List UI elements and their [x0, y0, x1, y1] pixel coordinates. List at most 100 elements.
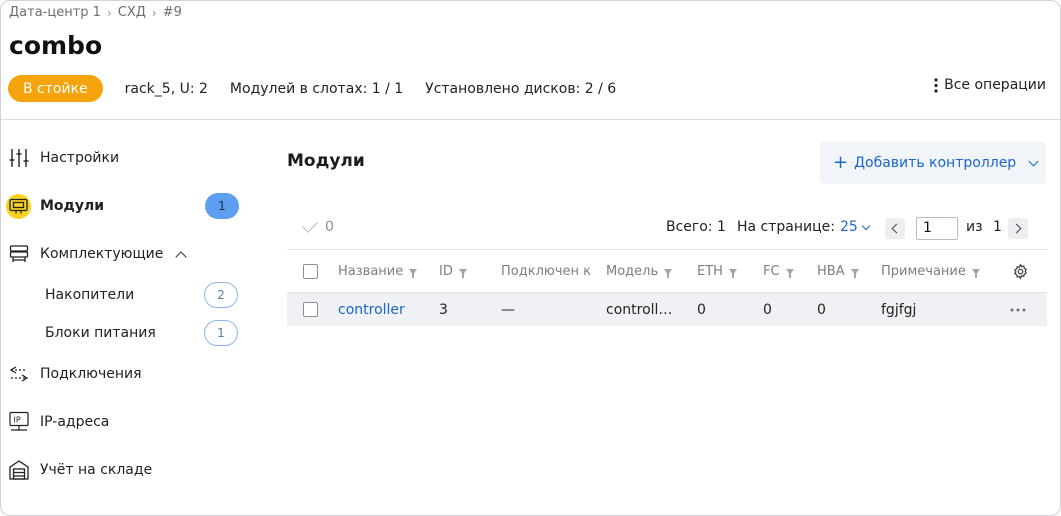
psu-count-badge: 1 [204, 320, 238, 346]
row-checkbox-cell [303, 293, 318, 326]
section-title: Модули [287, 151, 365, 171]
of-total: 1 [993, 219, 1002, 235]
column-settings-button[interactable] [1012, 250, 1029, 292]
sidebar-item-components[interactable]: Комплектующие [6, 239, 241, 269]
device-meta: В стойке rack_5, U: 2 Модулей в слотах: … [8, 75, 638, 102]
sidebar-item-warehouse[interactable]: Учёт на складе [6, 455, 241, 485]
add-controller-button[interactable]: + Добавить контроллер [820, 142, 1046, 184]
filter-icon[interactable] [458, 268, 467, 278]
page-title: combo [9, 31, 103, 60]
breadcrumb: Дата-центр 1 › СХД › #9 [9, 5, 182, 20]
more-vertical-icon [934, 77, 938, 93]
breadcrumb-current: #9 [162, 5, 182, 20]
disks-info: Установлено дисков: 2 / 6 [425, 80, 617, 97]
chevron-left-icon [891, 223, 902, 234]
sidebar-item-label: IP-адреса [40, 414, 110, 430]
chevron-down-icon [861, 221, 871, 230]
more-horizontal-icon [1010, 308, 1026, 311]
warehouse-icon [6, 458, 31, 483]
sidebar-subitem-label: Накопители [45, 287, 135, 303]
per-page-selector[interactable]: На странице: 25 [737, 219, 871, 235]
per-page-label: На странице: [737, 219, 835, 235]
column-header-label: Название [338, 263, 404, 279]
row-actions-button[interactable] [1010, 293, 1026, 326]
cell-eth: 0 [697, 301, 706, 318]
check-icon [302, 217, 318, 233]
column-header-model[interactable]: Модель [606, 250, 673, 292]
cell-hba: 0 [817, 301, 826, 318]
module-icon [6, 193, 31, 219]
plus-icon: + [833, 152, 849, 173]
status-badge: В стойке [8, 75, 103, 102]
filter-icon[interactable] [409, 268, 418, 278]
gear-icon [1013, 262, 1028, 280]
modules-count-badge: 1 [205, 193, 239, 219]
selected-count-value: 0 [325, 219, 334, 235]
cell-fc: 0 [763, 301, 772, 318]
total-count: Всего: 1 [666, 219, 726, 235]
select-all-checkbox-cell [303, 250, 318, 292]
column-header-label: ID [439, 263, 453, 279]
table-header: Название ID Подключен к Модель ETH FC HB… [287, 249, 1047, 293]
chevron-right-icon [1011, 223, 1022, 234]
column-header-label: HBA [817, 263, 845, 279]
sidebar-item-ip-addresses[interactable]: IP IP-адреса [6, 407, 241, 437]
column-header-label: Модель [606, 263, 659, 279]
sidebar-subitem-drives[interactable]: Накопители 2 [45, 280, 240, 310]
table-row[interactable]: controller 3 — controll… 0 0 0 fgjfgj [287, 293, 1047, 326]
next-page-button[interactable] [1008, 218, 1028, 239]
cell-id: 3 [439, 301, 448, 318]
svg-text:IP: IP [13, 416, 20, 425]
column-header-hba[interactable]: HBA [817, 250, 859, 292]
page-number-input[interactable]: 1 [916, 217, 958, 240]
filter-icon[interactable] [850, 268, 859, 278]
all-operations-button[interactable]: Все операции [934, 77, 1046, 93]
per-page-value[interactable]: 25 [840, 219, 858, 235]
breadcrumb-datacenter[interactable]: Дата-центр 1 [9, 5, 101, 20]
sidebar-item-connections[interactable]: Подключения [6, 359, 241, 389]
add-controller-label: Добавить контроллер [854, 155, 1017, 171]
select-all-checkbox[interactable] [303, 263, 318, 279]
filter-icon[interactable] [728, 268, 737, 278]
sidebar-item-label: Настройки [40, 150, 120, 166]
column-header-note[interactable]: Примечание [881, 250, 980, 292]
sidebar-item-settings[interactable]: Настройки [6, 143, 241, 173]
breadcrumb-storage[interactable]: СХД [118, 5, 146, 20]
chevron-right-icon: › [106, 5, 112, 20]
of-label: из [966, 219, 983, 235]
column-header-connected[interactable]: Подключен к [501, 250, 591, 292]
sidebar-item-label: Комплектующие [40, 246, 164, 262]
sidebar-item-modules[interactable]: Модули 1 [6, 191, 241, 221]
header-divider [1, 119, 1060, 120]
column-header-label: ETH [697, 263, 723, 279]
chevron-right-icon: › [151, 5, 157, 20]
column-header-label: Примечание [881, 263, 966, 279]
column-header-eth[interactable]: ETH [697, 250, 737, 292]
connections-icon [6, 362, 31, 387]
filter-icon[interactable] [971, 268, 980, 278]
column-header-label: FC [763, 263, 780, 279]
drives-count-badge: 2 [204, 282, 238, 308]
sidebar-subitem-psu[interactable]: Блоки питания 1 [45, 318, 240, 348]
modules-table: Название ID Подключен к Модель ETH FC HB… [287, 249, 1047, 326]
ip-icon: IP [6, 410, 31, 435]
column-header-id[interactable]: ID [439, 250, 467, 292]
app-window: Дата-центр 1 › СХД › #9 combo В стойке r… [0, 0, 1061, 516]
prev-page-button[interactable] [885, 218, 905, 239]
page-of-total: из 1 [966, 219, 1002, 235]
sliders-icon [6, 146, 31, 171]
column-header-fc[interactable]: FC [763, 250, 794, 292]
sidebar-item-label: Модули [40, 198, 105, 214]
table-toolbar: 0 Всего: 1 На странице: 25 1 из 1 [287, 213, 1047, 245]
column-header-name[interactable]: Название [338, 250, 418, 292]
cell-connected: — [501, 301, 515, 318]
cell-name-link[interactable]: controller [338, 293, 405, 326]
modules-info: Модулей в слотах: 1 / 1 [229, 80, 404, 97]
filter-icon[interactable] [664, 268, 673, 278]
chevron-down-icon [1028, 156, 1039, 167]
row-checkbox[interactable] [303, 302, 318, 317]
filter-icon[interactable] [785, 268, 794, 278]
chevron-up-icon[interactable] [175, 250, 188, 263]
cell-model: controll… [606, 301, 673, 318]
cell-note: fgjfgj [881, 301, 917, 318]
